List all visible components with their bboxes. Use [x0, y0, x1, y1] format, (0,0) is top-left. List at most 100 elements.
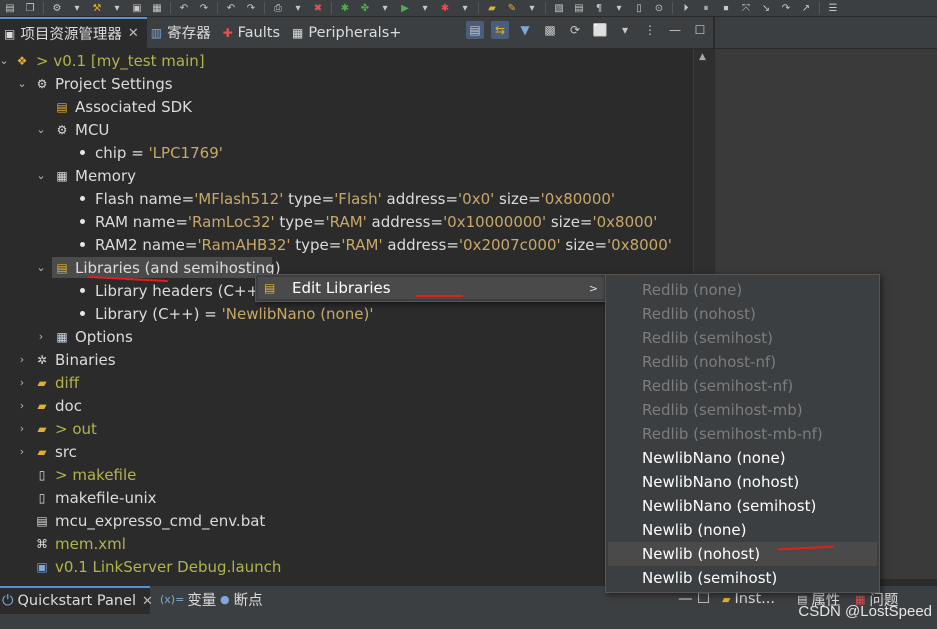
undo2-icon[interactable]: ↶ [224, 2, 238, 15]
debug-icon[interactable]: ✤ [358, 2, 372, 15]
tree-item-memory[interactable]: ⌄ ▦ Memory [0, 164, 693, 187]
chevron-down-icon[interactable]: ▾ [378, 2, 392, 15]
expand-arrow-icon[interactable]: ⌄ [35, 123, 47, 136]
pilcrow-icon[interactable]: ¶ [592, 2, 606, 15]
tab-variables[interactable]: (x)= 变量 [160, 586, 216, 612]
tree-item-project[interactable]: ⌄ ❖ > v0.1 [my_test main] [0, 49, 693, 72]
chevron-down-icon[interactable]: ▾ [418, 2, 432, 15]
tree-item-diff[interactable]: › ▰ diff [0, 371, 693, 394]
tree-item-makefile-unix[interactable]: ▯ makefile-unix [0, 486, 693, 509]
maximize-icon[interactable]: ☐ [691, 21, 709, 39]
tree-item-project-settings[interactable]: ⌄ ⚙ Project Settings [0, 72, 693, 95]
tab-faults[interactable]: ✚ Faults [219, 17, 288, 48]
expand-arrow-icon[interactable]: ⌄ [35, 261, 47, 274]
submenu-item-newlibnano-semihost[interactable]: NewlibNano (semihost) [608, 494, 877, 518]
memory-icon[interactable]: ▦ [150, 2, 164, 15]
save-all-icon[interactable]: ▤ [3, 2, 17, 15]
tree-item-chip[interactable]: chip = 'LPC1769' [0, 141, 693, 164]
edit-icon[interactable]: ✎ [505, 2, 519, 15]
chevron-down-icon[interactable]: ▾ [612, 2, 626, 15]
view-menu-swatch-icon[interactable]: ⬜ [591, 21, 609, 39]
play-icon[interactable]: ⏵ [679, 2, 693, 15]
tab-registers[interactable]: ▥ 寄存器 [147, 17, 219, 48]
tree-item-launch[interactable]: ▣ v0.1 LinkServer Debug.launch [0, 555, 693, 578]
filter-icon[interactable]: ▼ [516, 21, 534, 39]
submenu-item-newlib-semihost[interactable]: Newlib (semihost) [608, 566, 877, 590]
disconnect-icon[interactable]: ⤧ [739, 2, 753, 15]
tree-item-flash[interactable]: Flash name='MFlash512' type='Flash' addr… [0, 187, 693, 210]
debug-bug-icon[interactable]: ✱ [338, 2, 352, 15]
view-menu-icon[interactable]: ⋮ [641, 21, 659, 39]
build-icon[interactable]: ▣ [130, 2, 144, 15]
chevron-down-icon[interactable]: ▾ [110, 2, 124, 15]
tree-item-options[interactable]: › ▦ Options [0, 325, 693, 348]
pause-icon[interactable]: ⏸ [699, 2, 713, 15]
print-icon[interactable]: ⎙ [271, 2, 285, 15]
external-tools-icon[interactable]: ✱ [438, 2, 452, 15]
step-into-icon[interactable]: ↘ [759, 2, 773, 15]
chevron-down-icon[interactable]: ▾ [458, 2, 472, 15]
stop-icon[interactable]: ✖ [311, 2, 325, 15]
collapse-arrow-icon[interactable]: › [16, 445, 28, 458]
copy-icon[interactable]: ❐ [23, 2, 37, 15]
chip-key: chip = [95, 143, 149, 162]
sync-icon[interactable]: ⟳ [566, 21, 584, 39]
new-view-icon[interactable]: ▩ [541, 21, 559, 39]
step-return-icon[interactable]: ↗ [799, 2, 813, 15]
submenu-item-newlibnano-none[interactable]: NewlibNano (none) [608, 446, 877, 470]
ram2-address-key: address= [382, 235, 459, 254]
tree-item-mem-xml[interactable]: ⌘ mem.xml [0, 532, 693, 555]
tab-quickstart-panel[interactable]: ⏻ Quickstart Panel ✕ [0, 586, 153, 614]
step-over-icon[interactable]: ↷ [779, 2, 793, 15]
tab-breakpoints[interactable]: ● 断点 [220, 586, 263, 612]
collapse-arrow-icon[interactable]: › [16, 399, 28, 412]
submenu-item-newlib-none[interactable]: Newlib (none) [608, 518, 877, 542]
tree-item-out[interactable]: › ▰ > out [0, 417, 693, 440]
redo2-icon[interactable]: ↷ [244, 2, 258, 15]
gear-icon[interactable]: ⚙ [50, 2, 64, 15]
tree-item-doc[interactable]: › ▰ doc [0, 394, 693, 417]
doc2-icon[interactable]: ▯ [632, 2, 646, 15]
folder-open-icon[interactable]: ▰ [485, 2, 499, 15]
tree-item-mcu[interactable]: ⌄ ⚙ MCU [0, 118, 693, 141]
tree-item-library-cpp[interactable]: Library (C++) = 'NewlibNano (none)' [0, 302, 693, 325]
menu-icon[interactable]: ☰ [826, 2, 840, 15]
minimize-icon[interactable]: — [666, 21, 684, 39]
tree-item-src[interactable]: › ▰ src [0, 440, 693, 463]
redo-icon[interactable]: ↷ [197, 2, 211, 15]
tree-item-ram[interactable]: RAM name='RamLoc32' type='RAM' address='… [0, 210, 693, 233]
notes-icon[interactable]: ▧ [552, 2, 566, 15]
tree-item-cmd-env[interactable]: ▤ mcu_expresso_cmd_env.bat [0, 509, 693, 532]
collapse-all-icon[interactable]: ▤ [466, 21, 484, 39]
chevron-down-icon[interactable]: ▾ [525, 2, 539, 15]
stop2-icon[interactable]: ⏹ [719, 2, 733, 15]
submenu-item-newlib-nohost[interactable]: Newlib (nohost) [608, 542, 877, 566]
run-icon[interactable]: ▶ [398, 2, 412, 15]
collapse-arrow-icon[interactable]: › [16, 422, 28, 435]
collapse-arrow-icon[interactable]: › [35, 330, 47, 343]
link-with-editor-icon[interactable]: ⇆ [491, 21, 509, 39]
tree-item-ram2[interactable]: RAM2 name='RamAHB32' type='RAM' address=… [0, 233, 693, 256]
scroll-up-icon[interactable]: ▲ [699, 52, 706, 62]
link-icon[interactable]: ⊙ [652, 2, 666, 15]
hammer-icon[interactable]: ⚒ [90, 2, 104, 15]
tree-item-makefile[interactable]: ▯ > makefile [0, 463, 693, 486]
doc-icon[interactable]: ▤ [572, 2, 586, 15]
close-icon[interactable]: ✕ [128, 26, 139, 41]
chevron-down-icon[interactable]: ▾ [70, 2, 84, 15]
undo-icon[interactable]: ↶ [177, 2, 191, 15]
expand-arrow-icon[interactable]: ⌄ [0, 54, 10, 67]
tree-item-binaries[interactable]: › ✲ Binaries [0, 348, 693, 371]
expand-arrow-icon[interactable]: ⌄ [16, 77, 28, 90]
chevron-down-icon[interactable]: ▾ [616, 21, 634, 39]
tab-peripherals[interactable]: ▦ Peripherals+ [288, 17, 409, 48]
chevron-down-icon[interactable]: ▾ [291, 2, 305, 15]
close-icon[interactable]: ✕ [142, 594, 153, 609]
collapse-arrow-icon[interactable]: › [16, 353, 28, 366]
tree-item-associated-sdk[interactable]: ▤ Associated SDK [0, 95, 693, 118]
tree-item-label: > out [55, 420, 97, 438]
collapse-arrow-icon[interactable]: › [16, 376, 28, 389]
expand-arrow-icon[interactable]: ⌄ [35, 169, 47, 182]
submenu-item-newlibnano-nohost[interactable]: NewlibNano (nohost) [608, 470, 877, 494]
tab-project-explorer[interactable]: ▣ 项目资源管理器 ✕ [0, 17, 147, 48]
